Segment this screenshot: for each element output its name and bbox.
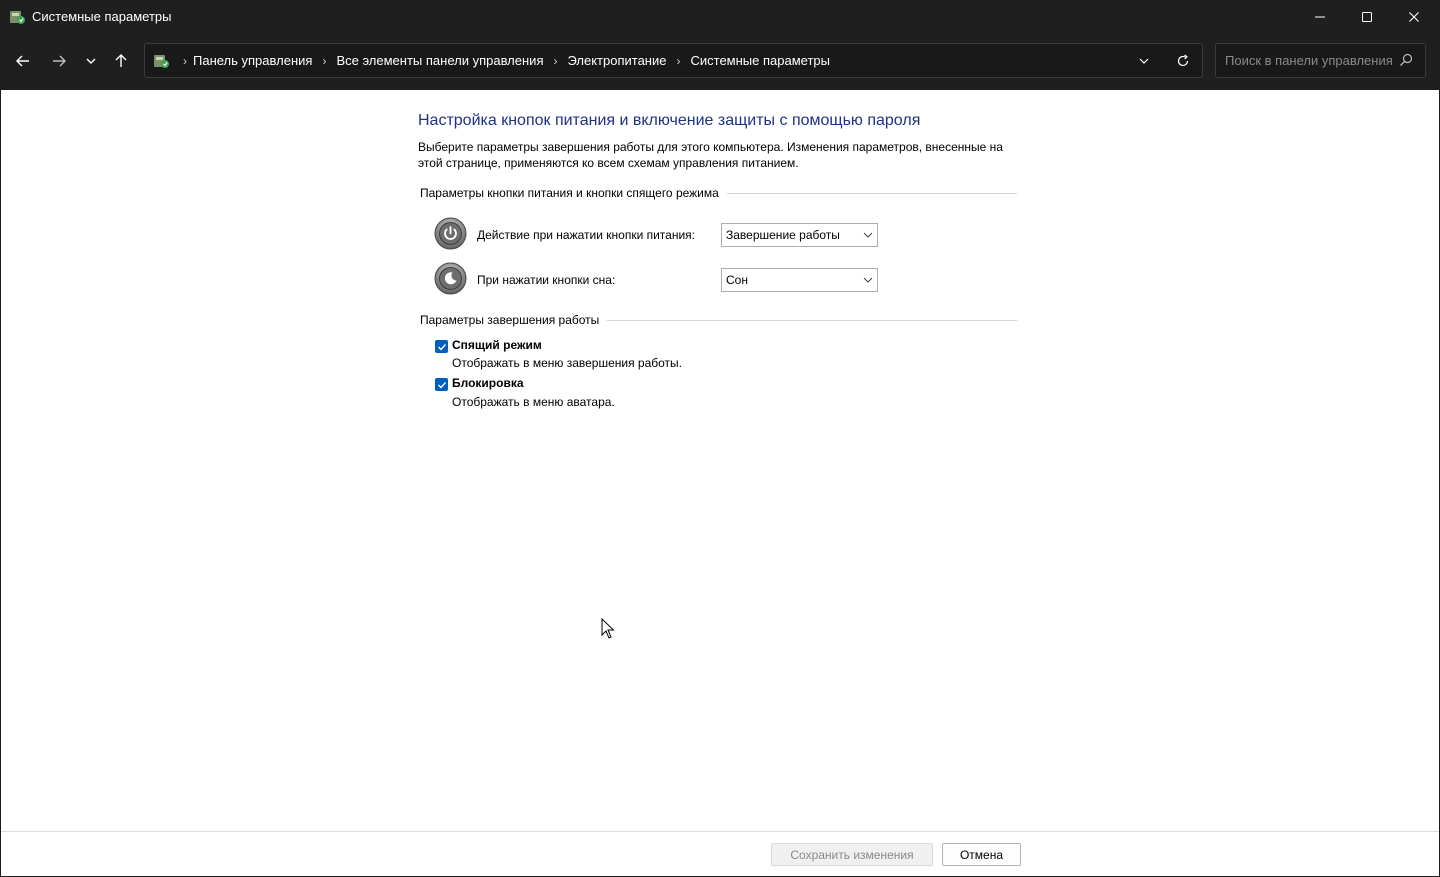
chevron-down-icon (863, 232, 873, 238)
refresh-icon (1177, 54, 1189, 67)
lock-checkbox-label[interactable]: Блокировка (452, 376, 524, 390)
main-content: Настройка кнопок питания и включение защ… (1, 90, 1439, 831)
breadcrumb-all-items[interactable]: Все элементы панели управления (336, 53, 543, 68)
title-bar: Системные параметры (0, 0, 1440, 33)
address-bar[interactable]: › Панель управления › Все элементы панел… (144, 43, 1203, 78)
navigation-bar: › Панель управления › Все элементы панел… (0, 33, 1440, 90)
chevron-right-icon[interactable]: › (177, 54, 193, 68)
breadcrumb-system-settings[interactable]: Системные параметры (690, 53, 829, 68)
sleep-button-label: При нажатии кнопки сна: (477, 273, 616, 287)
power-options-icon (8, 8, 26, 26)
breadcrumb-power-options[interactable]: Электропитание (567, 53, 666, 68)
arrow-left-icon (16, 55, 29, 67)
mouse-cursor-icon (601, 617, 615, 640)
window-title: Системные параметры (32, 9, 172, 24)
close-button[interactable] (1391, 0, 1437, 33)
recent-locations-button[interactable] (79, 49, 103, 73)
save-changes-button[interactable]: Сохранить изменения (771, 843, 933, 866)
divider (726, 192, 1017, 194)
chevron-down-icon (863, 277, 873, 283)
lock-checkbox[interactable] (435, 378, 448, 391)
search-icon[interactable] (1399, 53, 1415, 69)
sleep-button-action-select[interactable]: Сон (721, 268, 878, 292)
back-button[interactable] (11, 49, 35, 73)
sleep-checkbox-description: Отображать в меню завершения работы. (452, 356, 683, 370)
divider (607, 319, 1017, 321)
search-input[interactable] (1225, 44, 1395, 77)
minimize-button[interactable] (1297, 0, 1343, 33)
power-button-action-value: Завершение работы (726, 228, 840, 242)
group-header-label: Параметры завершения работы (420, 313, 600, 327)
chevron-right-icon[interactable]: › (312, 54, 336, 68)
page-title: Настройка кнопок питания и включение защ… (418, 112, 921, 129)
refresh-button[interactable] (1171, 50, 1195, 72)
checkmark-icon (437, 343, 446, 351)
lock-checkbox-description: Отображать в меню аватара. (452, 395, 615, 409)
breadcrumb-control-panel[interactable]: Панель управления (193, 53, 312, 68)
search-box[interactable] (1215, 43, 1426, 78)
minimize-icon (1315, 16, 1325, 17)
checkmark-icon (437, 381, 446, 389)
maximize-button[interactable] (1344, 0, 1390, 33)
group-header-label: Параметры кнопки питания и кнопки спящег… (420, 186, 719, 200)
arrow-up-icon (115, 54, 127, 67)
sleep-button-action-value: Сон (726, 273, 748, 287)
chevron-right-icon[interactable]: › (666, 54, 690, 68)
maximize-icon (1362, 11, 1372, 22)
page-description: Выберите параметры завершения работы для… (418, 140, 1003, 170)
close-icon (1409, 11, 1419, 22)
breadcrumb: › Панель управления › Все элементы панел… (177, 44, 830, 77)
footer: Сохранить изменения Отмена (1, 831, 1439, 876)
group-header-shutdown: Параметры завершения работы (420, 312, 1017, 328)
sleep-checkbox[interactable] (435, 340, 448, 353)
chevron-down-icon (86, 58, 96, 64)
chevron-down-icon (1139, 58, 1149, 64)
power-options-icon (152, 52, 170, 70)
sleep-checkbox-label[interactable]: Спящий режим (452, 338, 542, 352)
arrow-right-icon (53, 55, 66, 67)
power-button-label: Действие при нажатии кнопки питания: (477, 228, 696, 242)
power-button-icon (434, 217, 467, 250)
address-history-button[interactable] (1132, 50, 1156, 72)
up-button[interactable] (109, 49, 133, 73)
cancel-button[interactable]: Отмена (942, 843, 1021, 866)
forward-button[interactable] (47, 49, 71, 73)
sleep-button-icon (434, 262, 467, 295)
chevron-right-icon[interactable]: › (543, 54, 567, 68)
group-header-buttons: Параметры кнопки питания и кнопки спящег… (420, 185, 1017, 201)
power-button-action-select[interactable]: Завершение работы (721, 223, 878, 247)
